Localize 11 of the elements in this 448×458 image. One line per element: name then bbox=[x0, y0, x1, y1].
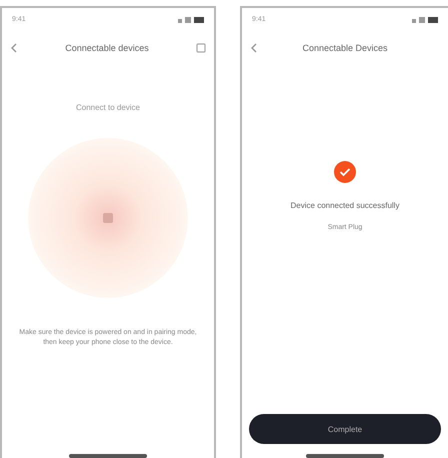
hint-text: Connect to device bbox=[76, 103, 140, 112]
page-title: Connectable devices bbox=[65, 43, 149, 53]
check-icon bbox=[334, 161, 356, 183]
back-icon[interactable] bbox=[250, 43, 258, 53]
complete-button[interactable]: Complete bbox=[249, 414, 441, 444]
scan-icon[interactable] bbox=[196, 43, 206, 53]
back-icon[interactable] bbox=[10, 43, 18, 53]
status-icons bbox=[412, 16, 438, 23]
status-icons bbox=[178, 16, 204, 23]
success-message: Device connected successfully bbox=[290, 201, 400, 210]
page-title: Connectable Devices bbox=[302, 43, 388, 53]
